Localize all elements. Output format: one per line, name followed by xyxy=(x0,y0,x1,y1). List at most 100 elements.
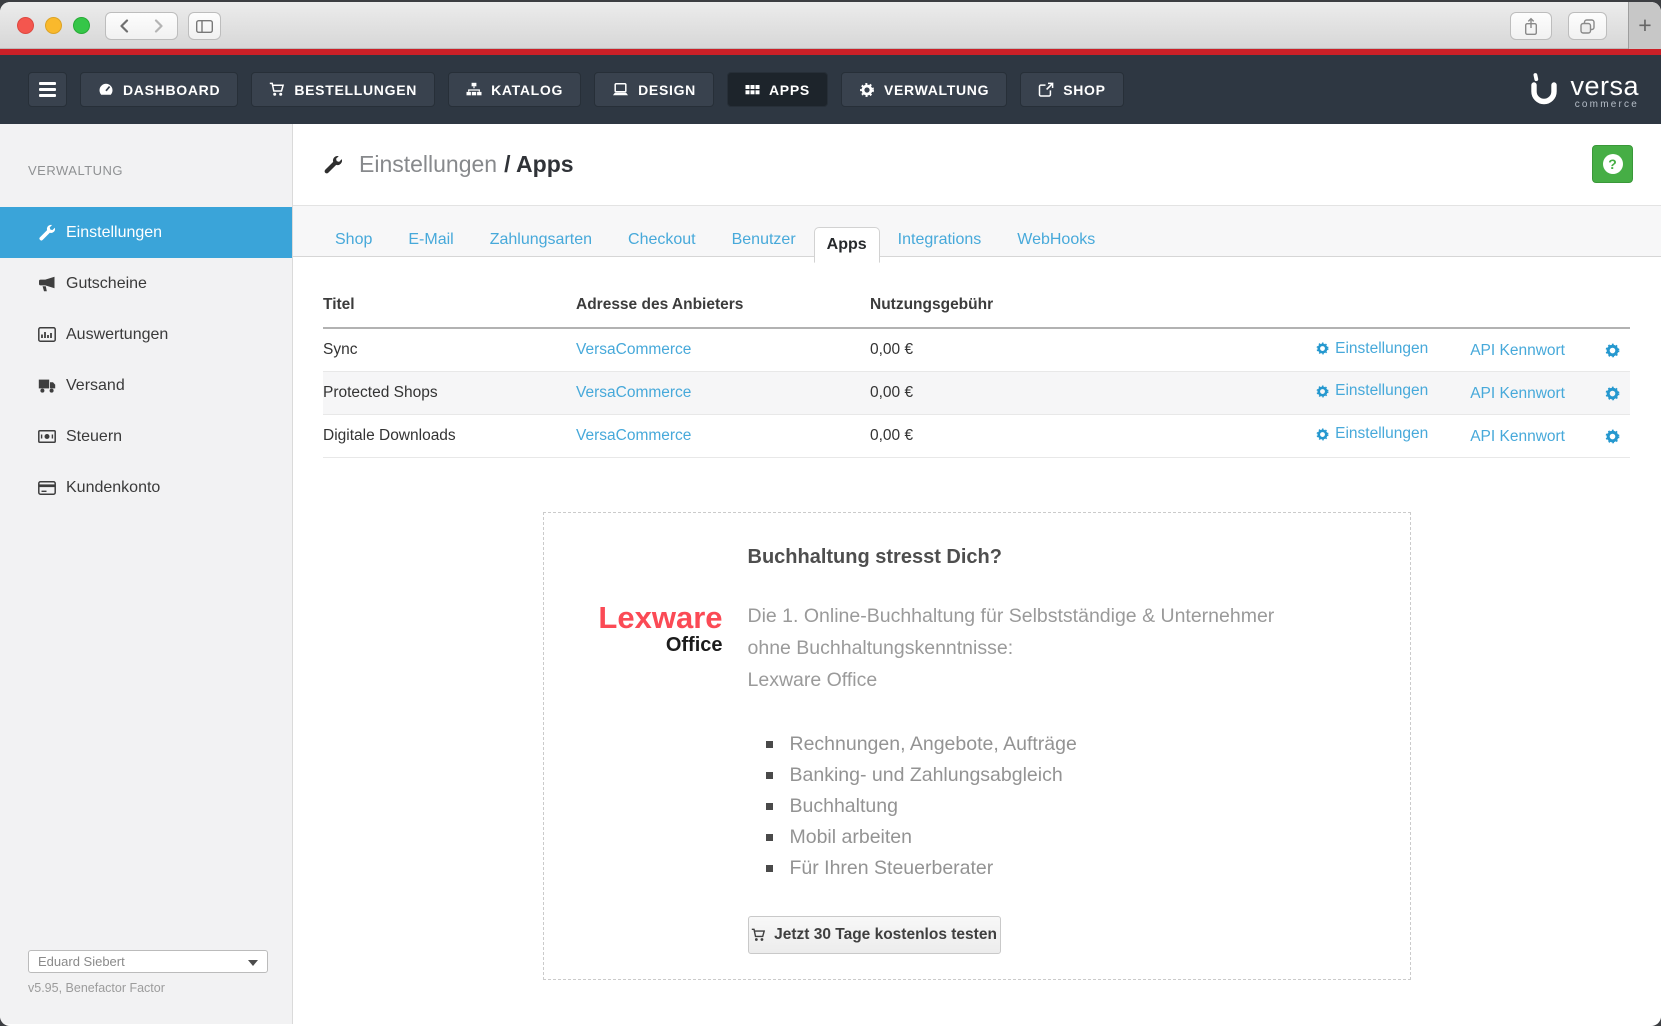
row-einstellungen-link[interactable]: Einstellungen xyxy=(1316,382,1428,400)
trial-cta-button[interactable]: Jetzt 30 Tage kostenlos testen xyxy=(748,916,1001,954)
hamburger-icon xyxy=(39,82,56,97)
versa-u-icon xyxy=(1525,72,1563,108)
forward-button[interactable] xyxy=(141,12,178,40)
list-item: Buchhaltung xyxy=(766,791,1077,822)
zoom-button[interactable] xyxy=(73,17,90,34)
row-gear-button[interactable] xyxy=(1605,343,1620,358)
window-titlebar: + xyxy=(0,2,1661,49)
brand-name: versa xyxy=(1570,74,1639,99)
row-gear-button[interactable] xyxy=(1605,429,1620,444)
help-button[interactable]: ? xyxy=(1592,145,1633,183)
sitemap-icon xyxy=(466,82,482,97)
sidebar-item-versand[interactable]: Versand xyxy=(0,360,292,411)
ad-heading: Buchhaltung stresst Dich? xyxy=(748,546,1002,569)
external-link-icon xyxy=(1038,82,1054,97)
tab-apps[interactable]: Apps xyxy=(814,227,880,263)
help-icon: ? xyxy=(1603,154,1623,174)
breadcrumb-separator: / xyxy=(504,151,510,177)
browser-window: + DASHBOARD BESTELLUNGEN KATALOG DESIGN … xyxy=(0,2,1661,1026)
nav-item-dashboard[interactable]: DASHBOARD xyxy=(80,72,238,107)
nav-item-apps[interactable]: APPS xyxy=(727,72,828,107)
versacommerce-logo[interactable]: versa commerce xyxy=(1525,70,1639,110)
anbieter-link[interactable]: VersaCommerce xyxy=(576,427,691,444)
table-row: Sync VersaCommerce 0,00 € Einstellungen A… xyxy=(323,328,1630,371)
sidebar: VERWALTUNG Einstellungen Gutscheine Ausw… xyxy=(0,124,293,1024)
sidebar-item-einstellungen[interactable]: Einstellungen xyxy=(0,207,292,258)
gear-icon xyxy=(1316,342,1329,355)
cart-icon xyxy=(751,928,766,942)
tab-overview-button[interactable] xyxy=(1568,12,1607,40)
anbieter-link[interactable]: VersaCommerce xyxy=(576,341,691,358)
sidebar-item-gutscheine[interactable]: Gutscheine xyxy=(0,258,292,309)
app-title: Sync xyxy=(323,328,576,371)
column-header-gebuehr: Nutzungsgebühr xyxy=(870,288,1285,328)
chart-frame-icon xyxy=(38,327,57,342)
truck-icon xyxy=(38,378,57,394)
sidebar-section-label: VERWALTUNG xyxy=(28,163,292,178)
tab-shop[interactable]: Shop xyxy=(317,224,390,256)
gear-icon xyxy=(1316,385,1329,398)
gear-icon xyxy=(859,82,875,98)
sidebar-toggle-button[interactable] xyxy=(188,12,221,40)
app-fee: 0,00 € xyxy=(870,328,1285,371)
lexware-logo-office: Office xyxy=(544,635,723,655)
breadcrumb-parent: Einstellungen xyxy=(359,151,497,178)
row-einstellungen-link[interactable]: Einstellungen xyxy=(1316,340,1428,358)
anbieter-link[interactable]: VersaCommerce xyxy=(576,384,691,401)
settings-tabbar: Shop E-Mail Zahlungsarten Checkout Benut… xyxy=(293,205,1661,257)
minimize-button[interactable] xyxy=(45,17,62,34)
tab-checkout[interactable]: Checkout xyxy=(610,224,714,256)
nav-item-katalog[interactable]: KATALOG xyxy=(448,72,581,107)
wrench-icon xyxy=(38,224,57,241)
gear-icon xyxy=(1605,386,1620,401)
table-row: Protected Shops VersaCommerce 0,00 € Ein… xyxy=(323,371,1630,414)
cart-icon xyxy=(269,82,285,97)
back-button[interactable] xyxy=(105,12,142,40)
nav-item-bestellungen[interactable]: BESTELLUNGEN xyxy=(251,72,435,107)
apps-table: Titel Adresse des Anbieters Nutzungsgebü… xyxy=(323,288,1630,458)
column-header-titel: Titel xyxy=(323,288,576,328)
chevron-left-icon xyxy=(119,19,129,33)
megaphone-icon xyxy=(38,276,57,292)
sidebar-item-kundenkonto[interactable]: Kundenkonto xyxy=(0,462,292,513)
row-api-kennwort-link[interactable]: API Kennwort xyxy=(1470,342,1565,359)
close-button[interactable] xyxy=(17,17,34,34)
caret-down-icon xyxy=(248,960,258,966)
tab-benutzer[interactable]: Benutzer xyxy=(714,224,814,256)
tab-webhooks[interactable]: WebHooks xyxy=(999,224,1113,256)
row-api-kennwort-link[interactable]: API Kennwort xyxy=(1470,385,1565,402)
tab-email[interactable]: E-Mail xyxy=(390,224,471,256)
share-button[interactable] xyxy=(1510,12,1552,40)
lexware-logo-word: Lexware xyxy=(544,603,723,633)
column-header-anbieter: Adresse des Anbieters xyxy=(576,288,870,328)
gear-icon xyxy=(1316,428,1329,441)
share-icon xyxy=(1523,17,1539,36)
app-fee: 0,00 € xyxy=(870,414,1285,457)
user-select[interactable]: Eduard Siebert xyxy=(28,950,268,973)
plus-icon: + xyxy=(1638,12,1651,39)
chevron-right-icon xyxy=(154,19,164,33)
new-tab-button[interactable]: + xyxy=(1628,2,1661,49)
overlapping-squares-icon xyxy=(1580,19,1595,34)
page-title: Apps xyxy=(516,151,574,177)
traffic-lights xyxy=(17,17,90,34)
row-gear-button[interactable] xyxy=(1605,386,1620,401)
row-einstellungen-link[interactable]: Einstellungen xyxy=(1316,425,1428,443)
app-fee: 0,00 € xyxy=(870,371,1285,414)
app-title: Protected Shops xyxy=(323,371,576,414)
nav-item-verwaltung[interactable]: VERWALTUNG xyxy=(841,72,1007,107)
row-api-kennwort-link[interactable]: API Kennwort xyxy=(1470,428,1565,445)
sidebar-item-auswertungen[interactable]: Auswertungen xyxy=(0,309,292,360)
credit-card-icon xyxy=(38,481,57,495)
dashboard-icon xyxy=(98,82,114,97)
list-item: Für Ihren Steuerberater xyxy=(766,853,1077,884)
sidebar-item-steuern[interactable]: Steuern xyxy=(0,411,292,462)
tab-zahlungsarten[interactable]: Zahlungsarten xyxy=(472,224,610,256)
menu-toggle-button[interactable] xyxy=(28,72,67,107)
tab-integrations[interactable]: Integrations xyxy=(880,224,1000,256)
nav-item-design[interactable]: DESIGN xyxy=(594,72,714,107)
banknote-icon xyxy=(38,430,57,443)
gear-icon xyxy=(1605,429,1620,444)
nav-item-shop[interactable]: SHOP xyxy=(1020,72,1123,107)
list-item: Rechnungen, Angebote, Aufträge xyxy=(766,729,1077,760)
